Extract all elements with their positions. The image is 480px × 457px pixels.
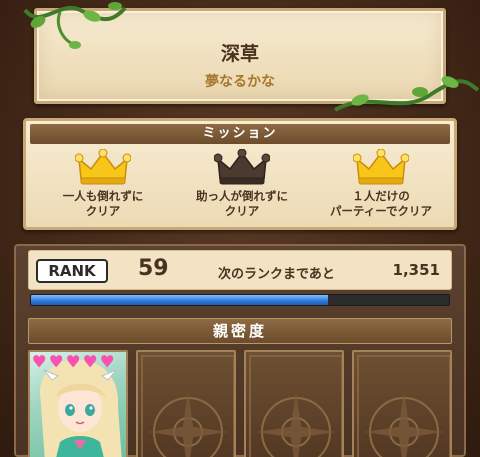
heart-icon: ♥: [32, 352, 47, 371]
mission-item: 助っ人が倒れずに クリア: [177, 149, 307, 219]
empty-slot: [352, 350, 452, 457]
gold-crown-icon: [75, 149, 131, 185]
rank-row: RANK 59 次のランクまであと 1,351: [28, 250, 452, 290]
compass-emblem-icon: [141, 355, 234, 457]
heart-icon: ♥: [66, 352, 81, 371]
next-rank-value: 1,351: [392, 261, 440, 279]
gold-crown-icon: [353, 149, 409, 185]
mission-text-line1: 一人も倒れずに: [62, 189, 144, 203]
mission-header: ミッション: [30, 124, 450, 144]
vine-decoration-top-left: [23, 2, 127, 49]
mission-text-line2: クリア: [85, 204, 121, 218]
mission-text-line1: １人だけの: [352, 189, 410, 203]
vine-decoration-right: [334, 76, 480, 112]
intimacy-header: 親密度: [28, 318, 452, 344]
mission-item: 一人も倒れずに クリア: [38, 149, 168, 219]
mission-text-line2: パーティーでクリア: [329, 204, 433, 218]
intimacy-hearts: ♥ ♥ ♥ ♥ ♥: [32, 352, 116, 371]
heart-icon: ♥: [100, 352, 115, 371]
character-card[interactable]: ♥ ♥ ♥ ♥ ♥: [28, 350, 128, 457]
next-rank-label: 次のランクまであと: [218, 267, 335, 282]
mission-text-line2: クリア: [224, 204, 260, 218]
rank-value: 59: [138, 256, 169, 281]
empty-slot: [136, 350, 236, 457]
mission-panel: ミッション 一人も倒れずに クリア 助っ人が倒れずに クリア １人だけの パーテ…: [23, 118, 457, 230]
empty-slot: [244, 350, 344, 457]
result-screen: 深草 夢なるかな ミッション 一人も倒れずに クリア 助っ人が倒れずに クリア …: [0, 0, 480, 457]
exp-bar: [30, 294, 450, 306]
heart-icon: ♥: [83, 352, 98, 371]
compass-emblem-icon: [357, 355, 450, 457]
heart-icon: ♥: [49, 352, 64, 371]
rank-badge: RANK: [36, 259, 108, 283]
mission-text-line1: 助っ人が倒れずに: [196, 189, 288, 203]
exp-bar-fill: [31, 295, 328, 305]
rank-panel: RANK 59 次のランクまであと 1,351 親密度 ♥ ♥ ♥ ♥ ♥: [14, 244, 466, 457]
compass-emblem-icon: [249, 355, 342, 457]
mission-item: １人だけの パーティーでクリア: [316, 149, 446, 219]
dark-crown-icon: [214, 149, 270, 185]
